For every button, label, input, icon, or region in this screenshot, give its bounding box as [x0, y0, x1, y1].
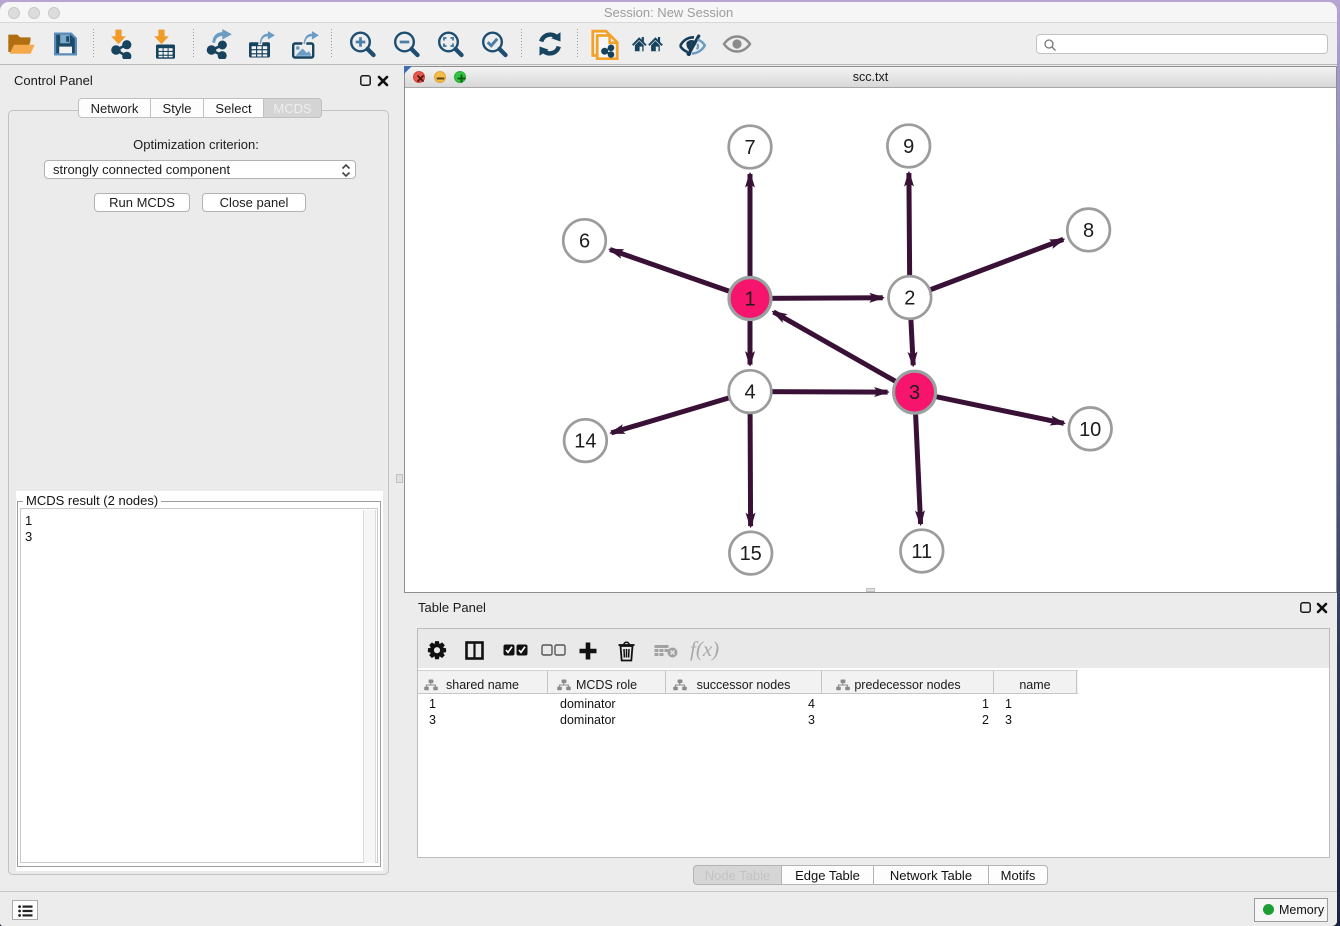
- svg-text:9: 9: [903, 136, 914, 158]
- svg-text:4: 4: [744, 382, 755, 404]
- svg-text:2: 2: [904, 288, 915, 310]
- svg-text:7: 7: [744, 137, 755, 159]
- svg-text:15: 15: [740, 543, 762, 565]
- svg-text:1: 1: [744, 289, 755, 311]
- svg-text:14: 14: [574, 431, 596, 453]
- svg-text:3: 3: [909, 382, 920, 404]
- svg-text:11: 11: [911, 541, 932, 563]
- svg-text:10: 10: [1079, 419, 1101, 441]
- svg-text:8: 8: [1083, 220, 1094, 242]
- svg-text:6: 6: [579, 231, 590, 253]
